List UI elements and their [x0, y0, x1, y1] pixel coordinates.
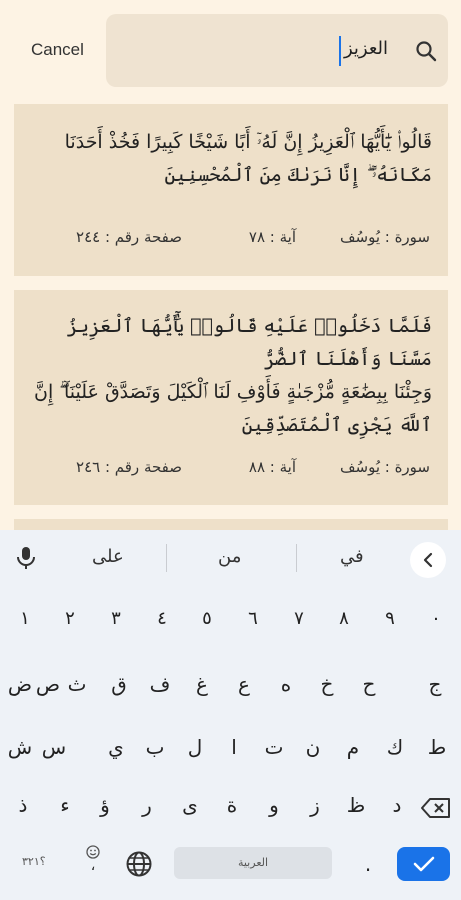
- suggestion-word[interactable]: على: [92, 546, 124, 567]
- suggestion-word[interactable]: من: [218, 546, 241, 567]
- key-digit[interactable]: ٧: [286, 608, 312, 629]
- ayah-label: آية : ٨٨: [248, 458, 296, 476]
- key-letter[interactable]: ا: [219, 735, 249, 759]
- ayah-label: آية : ٧٨: [248, 228, 296, 246]
- enter-button[interactable]: [397, 847, 450, 881]
- suggestion-divider: [296, 544, 297, 572]
- verse-line: قَالُوا۟ يَٰٓأَيُّهَا ٱلْعَزِيزُ إِنَّ ل…: [64, 131, 432, 153]
- key-letter[interactable]: ن: [298, 735, 328, 759]
- page-label: صفحة رقم : ٢٤٤: [76, 228, 182, 246]
- on-screen-keyboard: على من في ١ ٢ ٣ ٤ ٥ ٦ ٧ ٨ ٩ ٠ ض ص ث ق ف …: [0, 530, 461, 900]
- verse-line: مَكَانَهُۥٓ ۖ إِنَّا نَرَىٰكَ مِنَ ٱلْمُ…: [164, 164, 432, 186]
- expand-suggestions-button[interactable]: [410, 542, 446, 578]
- result-card[interactable]: قَالُوا۟ يَٰٓأَيُّهَا ٱلْعَزِيزُ إِنَّ ل…: [14, 104, 448, 276]
- key-letter[interactable]: ز: [300, 793, 330, 817]
- search-query-text: العزيز: [343, 38, 388, 59]
- page-label: صفحة رقم : ٢٤٦: [76, 458, 182, 476]
- key-letter[interactable]: ه: [271, 672, 301, 696]
- key-digit[interactable]: ٣: [103, 608, 129, 629]
- symbols-key[interactable]: ؟٣٢١: [22, 855, 46, 868]
- key-letter[interactable]: ء: [50, 793, 80, 817]
- suggestion-bar: على من في: [0, 530, 461, 586]
- key-letter[interactable]: ط: [422, 735, 452, 759]
- chevron-left-icon: [423, 552, 433, 568]
- key-digit[interactable]: ١: [12, 608, 38, 629]
- key-letter[interactable]: و: [259, 793, 289, 817]
- surah-label: سورة : يُوسُف: [339, 228, 430, 246]
- key-letter[interactable]: ح: [354, 672, 384, 696]
- key-digit[interactable]: ٨: [331, 608, 357, 629]
- key-letter[interactable]: ب: [140, 735, 170, 759]
- search-header: Cancel العزيز: [0, 0, 461, 100]
- key-letter[interactable]: ق: [104, 672, 134, 696]
- backspace-icon[interactable]: [420, 796, 452, 820]
- key-digit[interactable]: ٠: [423, 608, 449, 629]
- comma-key[interactable]: ،: [84, 858, 102, 874]
- verse-text: قَالُوا۟ يَٰٓأَيُّهَا ٱلْعَزِيزُ إِنَّ ل…: [28, 126, 432, 192]
- key-digit[interactable]: ٤: [149, 608, 175, 629]
- key-digit[interactable]: ٥: [194, 608, 220, 629]
- microphone-icon[interactable]: [15, 546, 37, 570]
- verse-line: فَلَمَّا دَخَلُوا۟ عَلَيْهِ قَالُوا۟ يَٰ…: [66, 315, 432, 370]
- emoji-icon[interactable]: [86, 845, 100, 859]
- key-digit[interactable]: ٩: [377, 608, 403, 629]
- key-letter[interactable]: خ: [312, 672, 342, 696]
- key-letter[interactable]: ض: [5, 672, 35, 696]
- key-letter[interactable]: م: [338, 735, 368, 759]
- key-letter[interactable]: س: [39, 735, 69, 759]
- key-letter[interactable]: د: [382, 793, 412, 817]
- key-digit[interactable]: ٦: [240, 608, 266, 629]
- key-letter[interactable]: ف: [145, 672, 175, 696]
- surah-label: سورة : يُوسُف: [339, 458, 430, 476]
- key-letter[interactable]: ظ: [341, 793, 371, 817]
- search-icon: [416, 41, 437, 62]
- cancel-button[interactable]: Cancel: [31, 40, 84, 60]
- key-letter[interactable]: ل: [180, 735, 210, 759]
- key-letter[interactable]: ث: [62, 672, 92, 696]
- key-letter[interactable]: ت: [259, 735, 289, 759]
- key-letter[interactable]: ى: [175, 793, 205, 817]
- key-letter[interactable]: ة: [217, 793, 247, 817]
- key-letter[interactable]: ع: [229, 672, 259, 696]
- key-letter[interactable]: ص: [33, 672, 63, 696]
- result-card[interactable]: فَلَمَّا دَخَلُوا۟ عَلَيْهِ قَالُوا۟ يَٰ…: [14, 290, 448, 505]
- text-caret: [339, 36, 341, 66]
- key-letter[interactable]: ج: [420, 672, 450, 696]
- key-letter[interactable]: ش: [5, 735, 35, 759]
- key-digit[interactable]: ٢: [57, 608, 83, 629]
- verse-line: ٱللَّهَ يَجْزِى ٱلْمُتَصَدِّقِينَ: [241, 414, 432, 436]
- verse-text: فَلَمَّا دَخَلُوا۟ عَلَيْهِ قَالُوا۟ يَٰ…: [28, 310, 432, 442]
- key-letter[interactable]: ك: [380, 735, 410, 759]
- suggestion-divider: [166, 544, 167, 572]
- period-key[interactable]: .: [358, 852, 378, 876]
- search-input[interactable]: العزيز: [106, 14, 448, 87]
- key-letter[interactable]: غ: [187, 672, 217, 696]
- key-letter[interactable]: ذ: [8, 793, 38, 817]
- key-letter[interactable]: ي: [101, 735, 131, 759]
- key-letter[interactable]: ر: [132, 793, 162, 817]
- suggestion-word[interactable]: في: [340, 546, 364, 567]
- verse-line: وَجِئْنَا بِبِضَٰعَةٍ مُّزْجَىٰةٍ فَأَوْ…: [34, 381, 432, 403]
- checkmark-icon: [413, 856, 435, 872]
- space-bar[interactable]: العربية: [174, 847, 332, 879]
- key-letter[interactable]: ؤ: [90, 793, 120, 817]
- globe-icon[interactable]: [125, 850, 153, 878]
